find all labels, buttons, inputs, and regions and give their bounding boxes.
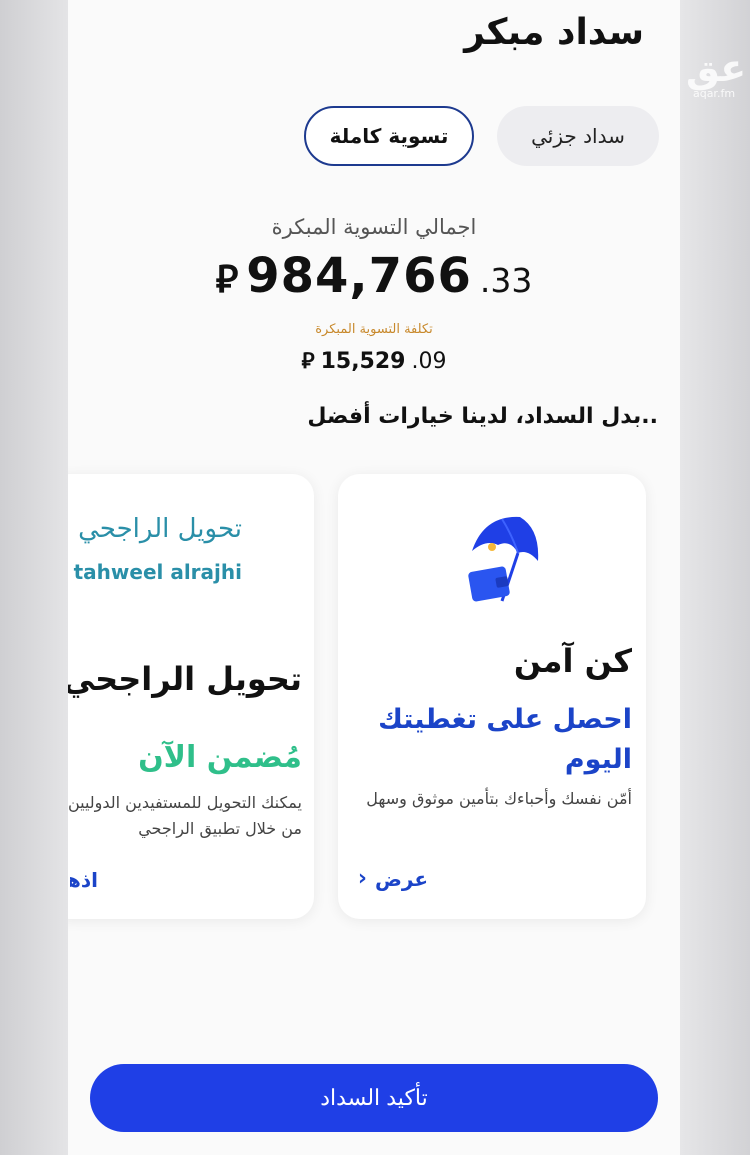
cost-decimal: .09	[411, 349, 447, 374]
insurance-description: أمّن نفسك وأحباءك بتأمين موثوق وسهل	[366, 789, 632, 808]
tahweel-title: تحويل الراجحي	[68, 660, 302, 698]
chevron-left-icon: ‹	[357, 866, 367, 891]
options-heading: ..بدل السداد، لدينا خيارات أفضل	[307, 404, 658, 429]
settlement-cost-label: تكلفة التسوية المبكرة	[315, 322, 433, 337]
background-left	[0, 0, 68, 1155]
amount-integer: 984,766	[246, 248, 472, 304]
tahweel-description-line2: من خلال تطبيق الراجحي	[138, 819, 302, 838]
segment-full-label: تسوية كاملة	[329, 124, 449, 148]
segment-partial-payment[interactable]: سداد جزئي	[497, 106, 659, 166]
watermark-logo: عق	[686, 46, 747, 90]
umbrella-wallet-icon	[468, 516, 539, 602]
tahweel-card[interactable]: تحويل الراجحي tahweel alrajhi تحويل الرا…	[68, 474, 314, 919]
insurance-view-link[interactable]: عرض ‹	[358, 866, 428, 891]
amount-decimal: .33	[479, 261, 533, 300]
background-right	[680, 0, 750, 1155]
insurance-card[interactable]: كن آمن احصل على تغطيتك اليوم أمّن نفسك و…	[338, 474, 646, 919]
total-settlement-amount: ⃁ 984,766.33	[68, 248, 680, 304]
insurance-title: كن آمن	[513, 642, 632, 680]
segment-partial-label: سداد جزئي	[531, 124, 625, 148]
tahweel-description: يمكنك التحويل للمستفيدين الدوليين من خلا…	[68, 790, 302, 842]
app-screen: سداد مبكر تسوية كاملة سداد جزئي اجمالي ا…	[68, 0, 680, 1155]
settlement-cost-amount: ⃁ 15,529.09	[68, 347, 680, 375]
insurance-subtitle: احصل على تغطيتك اليوم	[378, 704, 632, 775]
insurance-link-label: عرض	[374, 866, 428, 891]
cost-integer: 15,529	[320, 349, 406, 374]
tahweel-logo-arabic: تحويل الراجحي	[78, 514, 242, 544]
riyal-icon: ⃁	[215, 257, 239, 301]
confirm-payment-button[interactable]: تأكيد السداد	[90, 1064, 658, 1132]
tahweel-logo-english: tahweel alrajhi	[73, 560, 242, 584]
segment-full-settlement[interactable]: تسوية كاملة	[304, 106, 474, 166]
page-title: سداد مبكر	[464, 12, 644, 53]
tahweel-highlight: مُضمن الآن	[138, 740, 302, 775]
total-settlement-label: اجمالي التسوية المبكرة	[271, 215, 477, 239]
tahweel-description-line1: يمكنك التحويل للمستفيدين الدوليين	[68, 793, 302, 812]
tahweel-go-link[interactable]: اذهب	[70, 868, 98, 892]
riyal-icon: ⃁	[301, 349, 315, 374]
watermark-site: aqar.fm	[692, 87, 736, 100]
watermark: عق aqar.fm	[686, 46, 747, 100]
